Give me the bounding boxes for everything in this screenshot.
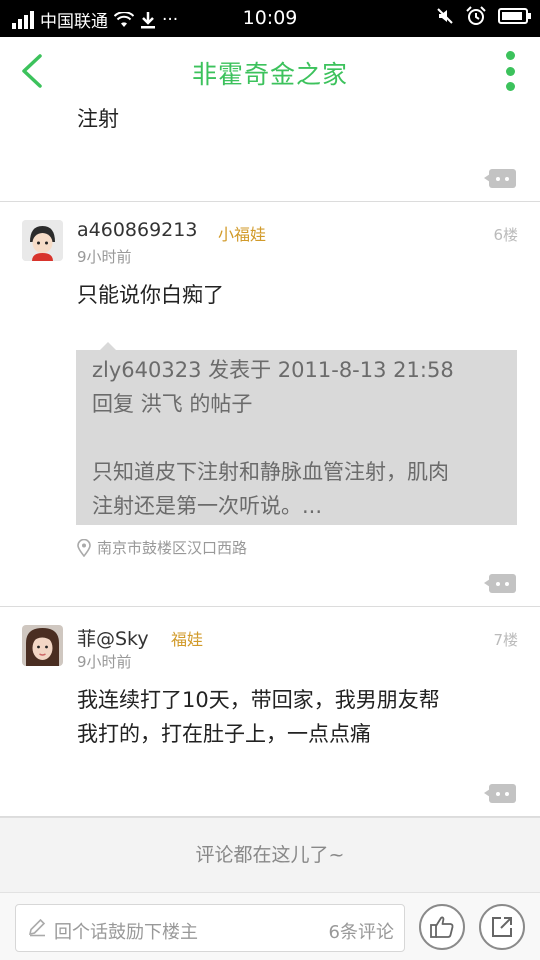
post-body-line: 我打的，打在肚子上，一点点痛 [77,722,371,746]
post-item: 注射 [0,105,540,202]
location[interactable]: 南京市鼓楼区汉口西路 [77,537,247,558]
user-badge: 小福娃 [218,225,267,244]
avatar-image [22,220,63,261]
quoted-reply[interactable]: zly640323 发表于 2011-8-13 21:58 回复 洪飞 的帖子 … [76,342,517,525]
floor-number: 7楼 [493,631,518,649]
user-badge: 福娃 [171,630,204,649]
quote-text: 注射还是第一次听说。... [92,494,323,518]
reply-placeholder: 回个话鼓励下楼主 [54,922,198,943]
all-comments-link[interactable]: 评论都在这儿了~ [0,817,540,892]
username[interactable]: a460869213 [77,219,197,241]
comment-icon[interactable] [484,784,516,803]
post-body-line: 我连续打了10天，带回家，我男朋友帮 [77,688,440,712]
post-body: 我连续打了10天，带回家，我男朋友帮 我打的，打在肚子上，一点点痛 [77,683,440,751]
quote-reply-to: 回复 洪飞 的帖子 [92,392,253,416]
username[interactable]: 菲@Sky [77,624,149,651]
quote-text: 只知道皮下注射和静脉血管注射，肌肉 [92,460,449,484]
post-item: 菲@Sky 福娃 9小时前 7楼 我连续打了10天，带回家，我男朋友帮 我打的，… [0,607,540,817]
status-right [436,6,531,26]
like-button[interactable] [419,904,465,950]
post-item: a460869213 小福娃 9小时前 6楼 只能说你白痴了 zly640323… [0,202,540,607]
location-pin-icon [77,538,91,557]
alarm-icon [466,6,486,25]
avatar[interactable] [22,625,63,666]
avatar-image [22,625,63,666]
reply-input[interactable]: 回个话鼓励下楼主 6条评论 [15,904,405,952]
nav-bar: 非霍奇金之家 [0,37,540,105]
floor-number: 6楼 [493,226,518,244]
status-bar: 中国联通 ··· 10:09 [0,0,540,37]
battery-icon [498,8,531,24]
share-icon [492,917,512,937]
more-menu-button[interactable] [504,51,516,91]
page-title: 非霍奇金之家 [191,60,348,89]
post-body: 只能说你白痴了 [77,283,224,307]
quote-header: zly640323 发表于 2011-8-13 21:58 [92,358,454,382]
comment-icon[interactable] [484,574,516,593]
post-time: 9小时前 [77,653,132,671]
thumbs-up-icon [430,916,454,938]
avatar[interactable] [22,220,63,261]
comment-count[interactable]: 6条评论 [329,918,394,944]
vertical-dots-icon [505,51,515,60]
post-time: 9小时前 [77,248,132,266]
post-body: 注射 [77,107,119,131]
location-text: 南京市鼓楼区汉口西路 [97,539,248,557]
mute-icon [437,8,453,24]
pencil-icon [28,918,46,937]
share-button[interactable] [479,904,525,950]
comment-icon[interactable] [484,169,516,188]
bottom-bar: 回个话鼓励下楼主 6条评论 [0,892,540,960]
